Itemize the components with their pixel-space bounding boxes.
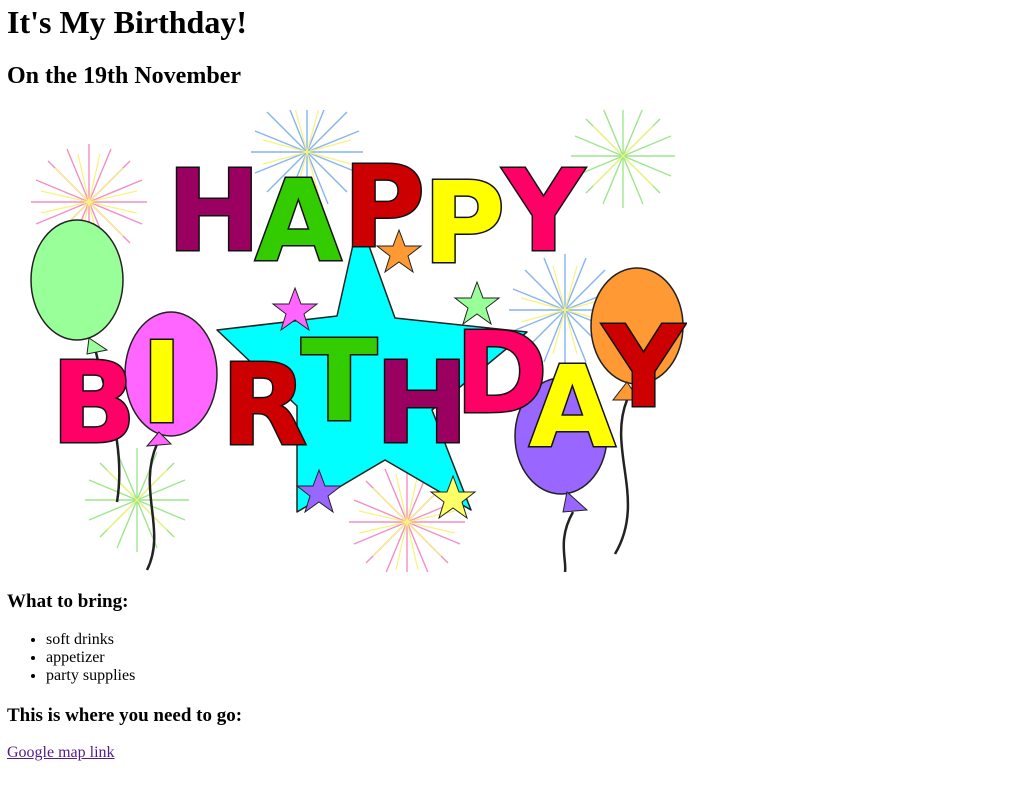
letter-P1: P [343, 143, 425, 273]
bring-heading: What to bring: [7, 591, 129, 612]
letter-Y1: Y [501, 147, 586, 277]
firework-green-1 [570, 110, 676, 209]
list-item: party supplies [46, 667, 1005, 685]
letter-I: I [141, 319, 183, 449]
list-item: soft drinks [46, 631, 1005, 649]
letter-R: R [221, 341, 307, 471]
letter-T: T [301, 317, 377, 447]
map-link-container: Google map link [7, 744, 1005, 762]
google-map-link[interactable]: Google map link [7, 744, 115, 761]
bring-list: soft drinks appetizer party supplies [7, 631, 1005, 685]
birthday-banner-image: H A P P Y B I R T H D A Y [30, 110, 687, 572]
letter-P2: P [423, 159, 505, 289]
page-content: It's My Birthday! On the 19th November H… [0, 0, 1012, 762]
green-balloon [30, 219, 124, 341]
directions-heading: This is where you need to go: [7, 705, 243, 726]
letter-H1: H [167, 147, 261, 277]
list-item: appetizer [46, 649, 1005, 667]
page-subtitle: On the 19th November [7, 63, 241, 89]
letter-Y2: Y [601, 303, 686, 433]
letter-A1: A [255, 157, 342, 287]
letter-B: B [51, 339, 136, 469]
page-title: It's My Birthday! [7, 4, 247, 40]
